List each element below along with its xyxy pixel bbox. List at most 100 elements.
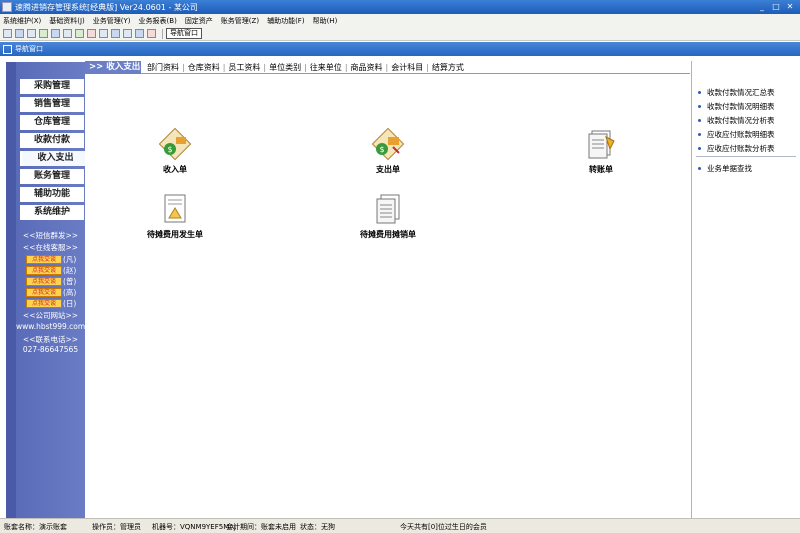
report-link[interactable]: 收款付款情况分析表 (698, 115, 775, 126)
sidebar-item-income-expense[interactable]: 收入支出 (20, 151, 89, 166)
voucher-search-link[interactable]: 业务单据查找 (698, 163, 752, 174)
qq-contact[interactable]: 点我交谈 (赵) (26, 265, 82, 275)
nav-window-icon (3, 44, 12, 54)
qq-badge[interactable]: 点我交谈 (26, 276, 62, 286)
qq-badge[interactable]: 点我交谈 (26, 298, 62, 308)
link-departments[interactable]: 部门资料 (147, 62, 179, 73)
link-products[interactable]: 商品资料 (351, 62, 383, 73)
nav-window-bar: 导航窗口 (0, 42, 800, 56)
tool-icon[interactable] (63, 29, 72, 38)
window-icon[interactable] (15, 29, 24, 38)
qq-name: (高) (63, 287, 77, 297)
sidebar-item-accounts[interactable]: 账务管理 (20, 169, 84, 184)
transfer-voucher-label: 转账单 (589, 165, 613, 174)
report-link[interactable]: 收款付款情况汇总表 (698, 87, 775, 98)
tab-income-expense[interactable]: >> 收入支出 (85, 60, 141, 74)
link-partners[interactable]: 往来单位 (310, 62, 342, 73)
menu-business[interactable]: 业务管理(Y) (93, 16, 131, 26)
link-warehouses[interactable]: 仓库资料 (188, 62, 220, 73)
transfer-voucher-icon (584, 127, 618, 161)
nav-window-button[interactable]: 导航窗口 (166, 28, 202, 39)
svg-text:$: $ (167, 145, 172, 154)
deferred-expense-amortize-label: 待摊费用摊销单 (360, 230, 416, 239)
link-unit-types[interactable]: 单位类别 (269, 62, 301, 73)
bullet-icon (698, 147, 701, 150)
qq-name: (日) (63, 298, 77, 308)
deferred-expense-occur-button[interactable]: 待摊费用发生单 (137, 192, 213, 240)
qq-name: (凡) (63, 254, 77, 264)
close-icon[interactable]: ✕ (784, 2, 796, 12)
edit-icon[interactable] (75, 29, 84, 38)
expense-voucher-button[interactable]: $ 支出单 (360, 127, 416, 175)
status-machine: 机器号：VQNM9YEF5MAJ (152, 523, 237, 531)
svg-text:$: $ (379, 145, 384, 154)
sidebar-item-purchase[interactable]: 采购管理 (20, 79, 84, 94)
menu-reports[interactable]: 业务报表(B) (139, 16, 177, 26)
window-title: 速腾进销存管理系统[经典版] Ver24.0601 - 某公司 (15, 2, 198, 12)
qq-badge[interactable]: 点我交谈 (26, 254, 62, 264)
status-period: 会计期间：账套未启用 (226, 523, 296, 531)
new-icon[interactable] (3, 29, 12, 38)
menu-help[interactable]: 帮助(H) (313, 16, 338, 26)
sidebar-item-receipts[interactable]: 收款付款 (20, 133, 84, 148)
qq-badge[interactable]: 点我交谈 (26, 287, 62, 297)
table-icon[interactable] (87, 29, 96, 38)
title-bar: 速腾进销存管理系统[经典版] Ver24.0601 - 某公司 _ □ ✕ (0, 0, 800, 14)
qq-contact[interactable]: 点我交谈 (高) (26, 287, 82, 297)
deferred-expense-occur-label: 待摊费用发生单 (147, 230, 203, 239)
phone-number: 027-86647565 (22, 345, 79, 354)
qq-contact[interactable]: 点我交谈 (日) (26, 298, 82, 308)
save-icon[interactable] (111, 29, 120, 38)
bullet-icon (698, 91, 701, 94)
toolbar-separator (162, 28, 163, 39)
sidebar-item-system[interactable]: 系统维护 (20, 205, 84, 220)
website-link[interactable]: www.hbst999.com (16, 322, 85, 331)
income-voucher-button[interactable]: $ 收入单 (147, 127, 203, 175)
sidebar-item-warehouse[interactable]: 仓库管理 (20, 115, 84, 130)
qq-badge[interactable]: 点我交谈 (26, 265, 62, 275)
quick-links: 部门资料 | 仓库资料 | 员工资料 | 单位类别 | 往来单位 | 商品资料 | 会计科目… (147, 62, 464, 73)
maximize-icon[interactable]: □ (770, 2, 782, 12)
menu-accounts[interactable]: 账务管理(Z) (221, 16, 259, 26)
sms-link[interactable]: <<短信群发>> (16, 230, 85, 241)
status-bar: 账套名称：演示账套 操作员：管理员 机器号：VQNM9YEF5MAJ 会计期间：… (0, 518, 800, 533)
qq-contact[interactable]: 点我交谈 (凡) (26, 254, 82, 264)
doc-icon[interactable] (39, 29, 48, 38)
menu-aux[interactable]: 辅助功能(F) (267, 16, 305, 26)
link-employees[interactable]: 员工资料 (228, 62, 260, 73)
minimize-icon[interactable]: _ (756, 2, 768, 12)
card-icon[interactable] (99, 29, 108, 38)
qq-name: (曾) (63, 276, 77, 286)
transfer-voucher-button[interactable]: 转账单 (573, 127, 629, 175)
status-state: 状态：无狗 (300, 523, 335, 531)
report-link[interactable]: 应收应付账款分析表 (698, 143, 775, 154)
panel-divider (696, 156, 796, 157)
list-icon[interactable] (27, 29, 36, 38)
print-icon[interactable] (123, 29, 132, 38)
sidebar-item-sales[interactable]: 销售管理 (20, 97, 84, 112)
website-label: <<公司网站>> (22, 311, 79, 320)
bullet-icon (698, 105, 701, 108)
link-accounts[interactable]: 会计科目 (391, 62, 423, 73)
exit-icon[interactable] (147, 29, 156, 38)
qq-name: (赵) (63, 265, 77, 275)
sidebar-item-aux[interactable]: 辅助功能 (20, 187, 84, 202)
status-account: 账套名称：演示账套 (4, 523, 67, 531)
menu-system[interactable]: 系统维护(X) (3, 16, 41, 26)
bullet-icon (698, 119, 701, 122)
link-settlement[interactable]: 结算方式 (432, 62, 464, 73)
menu-basic-data[interactable]: 基础资料(J) (49, 16, 85, 26)
window-controls: _ □ ✕ (756, 2, 800, 12)
sidebar: 采购管理 销售管理 仓库管理 收款付款 收入支出 账务管理 辅助功能 系统维护 … (6, 62, 89, 518)
qq-contact[interactable]: 点我交谈 (曾) (26, 276, 82, 286)
help-icon[interactable] (135, 29, 144, 38)
expense-voucher-label: 支出单 (376, 165, 400, 174)
menu-fixed-assets[interactable]: 固定资产 (185, 16, 213, 26)
report-link[interactable]: 收款付款情况明细表 (698, 101, 775, 112)
calc-icon[interactable] (51, 29, 60, 38)
expense-voucher-icon: $ (371, 127, 405, 161)
deferred-expense-amortize-button[interactable]: 待摊费用摊销单 (350, 192, 426, 240)
report-link[interactable]: 应收应付账款明细表 (698, 129, 775, 140)
toolbar: 导航窗口 (0, 27, 800, 41)
deferred-expense-amortize-icon (371, 192, 405, 226)
